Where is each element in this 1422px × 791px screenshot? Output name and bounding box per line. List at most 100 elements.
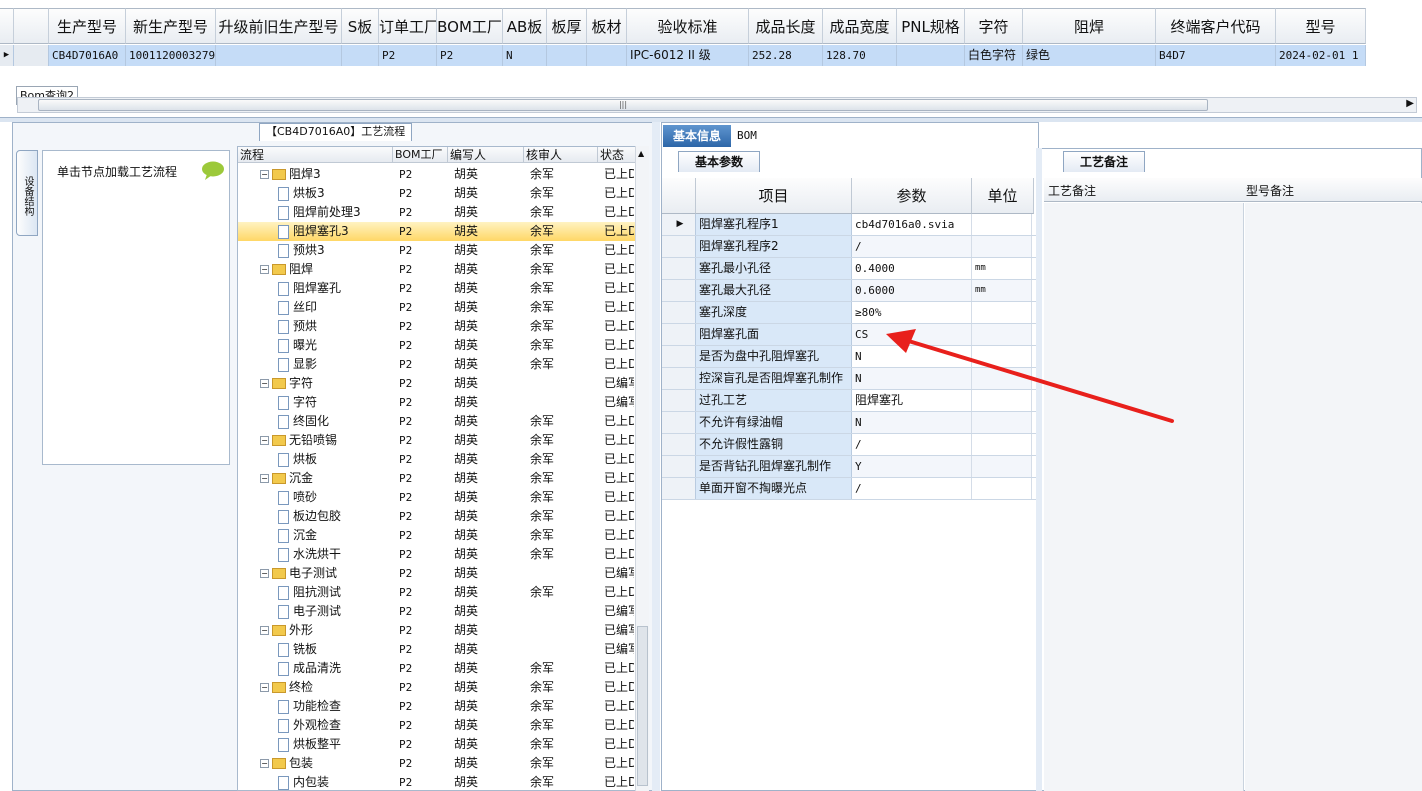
tree-node[interactable]: 阻焊塞孔3 P2 胡英 余军 已上D xyxy=(238,222,638,241)
grid-header[interactable]: 生产型号 xyxy=(49,8,126,44)
grid-cell[interactable]: 252.28 xyxy=(749,45,823,66)
param-row-selector[interactable] xyxy=(662,236,696,257)
param-unit[interactable] xyxy=(972,478,1032,499)
param-value[interactable]: / xyxy=(852,478,972,499)
tree-node[interactable]: 曝光 P2 胡英 余军 已上D xyxy=(238,336,638,355)
grid-header[interactable]: AB板 xyxy=(503,8,547,44)
row-header-cell[interactable] xyxy=(14,45,49,66)
tree-node[interactable]: 内包装 P2 胡英 余军 已上D xyxy=(238,773,638,790)
param-unit[interactable] xyxy=(972,302,1032,323)
grid-cell[interactable] xyxy=(216,45,342,66)
param-row-selector[interactable] xyxy=(662,324,696,345)
tab-basic-info[interactable]: 基本信息 xyxy=(663,125,731,147)
horizontal-scrollbar[interactable]: ||| ▶ xyxy=(17,97,1417,113)
remark-col-model[interactable]: 型号备注 xyxy=(1246,182,1294,199)
tab-process-remark[interactable]: 工艺备注 xyxy=(1063,151,1145,172)
param-row[interactable]: 塞孔深度 ≥80% xyxy=(662,302,1036,324)
tree-node[interactable]: 烘板整平 P2 胡英 余军 已上D xyxy=(238,735,638,754)
param-row-selector[interactable] xyxy=(662,456,696,477)
grid-header[interactable]: 新生产型号 xyxy=(126,8,216,44)
tree-node[interactable]: − 包装 P2 胡英 余军 已上D xyxy=(238,754,638,773)
tree-node[interactable]: 功能检查 P2 胡英 余军 已上D xyxy=(238,697,638,716)
tree-node[interactable]: 电子测试 P2 胡英 已编写 xyxy=(238,602,638,621)
tree-node[interactable]: 烘板3 P2 胡英 余军 已上D xyxy=(238,184,638,203)
grid-cell[interactable]: IPC-6012 II 级 xyxy=(627,45,749,66)
tree-node[interactable]: − 终检 P2 胡英 余军 已上D xyxy=(238,678,638,697)
remark-col-process[interactable]: 工艺备注 xyxy=(1048,182,1096,199)
tree-scroll-thumb[interactable] xyxy=(637,626,648,786)
tree-header-bom[interactable]: BOM工厂 xyxy=(393,147,448,163)
param-value[interactable]: ≥80% xyxy=(852,302,972,323)
param-row[interactable]: 阻焊塞孔程序2 / xyxy=(662,236,1036,258)
param-row[interactable]: 单面开窗不掏曝光点 / xyxy=(662,478,1036,500)
param-unit[interactable]: mm xyxy=(972,258,1032,279)
grid-cell[interactable]: P2 xyxy=(437,45,503,66)
grid-cell[interactable] xyxy=(897,45,965,66)
param-row-selector[interactable] xyxy=(662,280,696,301)
collapse-toggle-icon[interactable]: − xyxy=(260,569,269,578)
tree-node[interactable]: 丝印 P2 胡英 余军 已上D xyxy=(238,298,638,317)
tree-node[interactable]: 板边包胶 P2 胡英 余军 已上D xyxy=(238,507,638,526)
param-value[interactable]: / xyxy=(852,236,972,257)
collapse-toggle-icon[interactable]: − xyxy=(260,170,269,179)
process-remark-area[interactable] xyxy=(1044,203,1244,791)
grid-header[interactable]: 板材 xyxy=(587,8,627,44)
param-row-selector[interactable] xyxy=(662,302,696,323)
collapse-toggle-icon[interactable]: − xyxy=(260,379,269,388)
tree-header-writer[interactable]: 编写人 xyxy=(448,147,524,163)
grid-cell[interactable] xyxy=(547,45,587,66)
grid-header[interactable]: S板 xyxy=(342,8,379,44)
grid-cell[interactable]: N xyxy=(503,45,547,66)
param-row-selector[interactable] xyxy=(662,434,696,455)
collapse-toggle-icon[interactable]: − xyxy=(260,436,269,445)
grid-cell[interactable]: CB4D7016A0 xyxy=(49,45,126,66)
tree-node[interactable]: 烘板 P2 胡英 余军 已上D xyxy=(238,450,638,469)
param-row[interactable]: ▶ 阻焊塞孔程序1 cb4d7016a0.svia xyxy=(662,214,1036,236)
tree-node[interactable]: − 无铅喷锡 P2 胡英 余军 已上D xyxy=(238,431,638,450)
row-indicator[interactable]: ▶ xyxy=(0,45,14,66)
grid-header[interactable]: 升级前旧生产型号 xyxy=(216,8,342,44)
tree-node[interactable]: 成品清洗 P2 胡英 余军 已上D xyxy=(238,659,638,678)
tree-node[interactable]: 喷砂 P2 胡英 余军 已上D xyxy=(238,488,638,507)
param-value[interactable]: / xyxy=(852,434,972,455)
tree-node[interactable]: 显影 P2 胡英 余军 已上D xyxy=(238,355,638,374)
grid-header[interactable]: BOM工厂 xyxy=(437,8,503,44)
param-row-selector[interactable] xyxy=(662,368,696,389)
tree-node[interactable]: 外观检查 P2 胡英 余军 已上D xyxy=(238,716,638,735)
param-row[interactable]: 塞孔最大孔径 0.6000 mm xyxy=(662,280,1036,302)
node-load-panel[interactable]: 单击节点加载工艺流程 xyxy=(42,150,230,465)
collapse-toggle-icon[interactable]: − xyxy=(260,265,269,274)
param-row-selector[interactable] xyxy=(662,412,696,433)
grid-header[interactable]: 板厚 xyxy=(547,8,587,44)
tree-node[interactable]: − 外形 P2 胡英 已编写 xyxy=(238,621,638,640)
tree-node[interactable]: 终固化 P2 胡英 余军 已上D xyxy=(238,412,638,431)
grid-header[interactable]: 成品长度 xyxy=(749,8,823,44)
tab-bom[interactable]: BOM xyxy=(737,125,757,147)
tree-node[interactable]: − 字符 P2 胡英 已编写 xyxy=(238,374,638,393)
params-header-item[interactable]: 项目 xyxy=(696,178,852,214)
tree-vertical-scrollbar[interactable]: ▲ xyxy=(635,146,649,791)
collapse-toggle-icon[interactable]: − xyxy=(260,683,269,692)
grid-cell[interactable]: 2024-02-01 1 xyxy=(1276,45,1366,66)
tree-node[interactable]: − 阻焊 P2 胡英 余军 已上D xyxy=(238,260,638,279)
collapse-toggle-icon[interactable]: − xyxy=(260,474,269,483)
model-remark-area[interactable] xyxy=(1245,203,1422,791)
tree-header-flow[interactable]: 流程 xyxy=(238,147,393,163)
grid-cell[interactable]: 绿色 xyxy=(1023,45,1156,66)
collapse-toggle-icon[interactable]: − xyxy=(260,626,269,635)
grid-cell[interactable] xyxy=(587,45,627,66)
tree-node[interactable]: 阻焊前处理3 P2 胡英 余军 已上D xyxy=(238,203,638,222)
grid-header[interactable]: 验收标准 xyxy=(627,8,749,44)
tab-basic-params[interactable]: 基本参数 xyxy=(678,151,760,172)
param-unit[interactable] xyxy=(972,214,1032,235)
tree-node[interactable]: − 沉金 P2 胡英 余军 已上D xyxy=(238,469,638,488)
param-unit[interactable] xyxy=(972,236,1032,257)
tree-header-reviewer[interactable]: 核审人 xyxy=(524,147,598,163)
grid-header[interactable]: 阻焊 xyxy=(1023,8,1156,44)
params-header-value[interactable]: 参数 xyxy=(852,178,972,214)
param-row-selector[interactable] xyxy=(662,258,696,279)
params-header-unit[interactable]: 单位 xyxy=(972,178,1034,214)
tree-node[interactable]: 预烘3 P2 胡英 余军 已上D xyxy=(238,241,638,260)
right-splitter[interactable] xyxy=(1036,148,1042,791)
grid-header[interactable]: 成品宽度 xyxy=(823,8,897,44)
